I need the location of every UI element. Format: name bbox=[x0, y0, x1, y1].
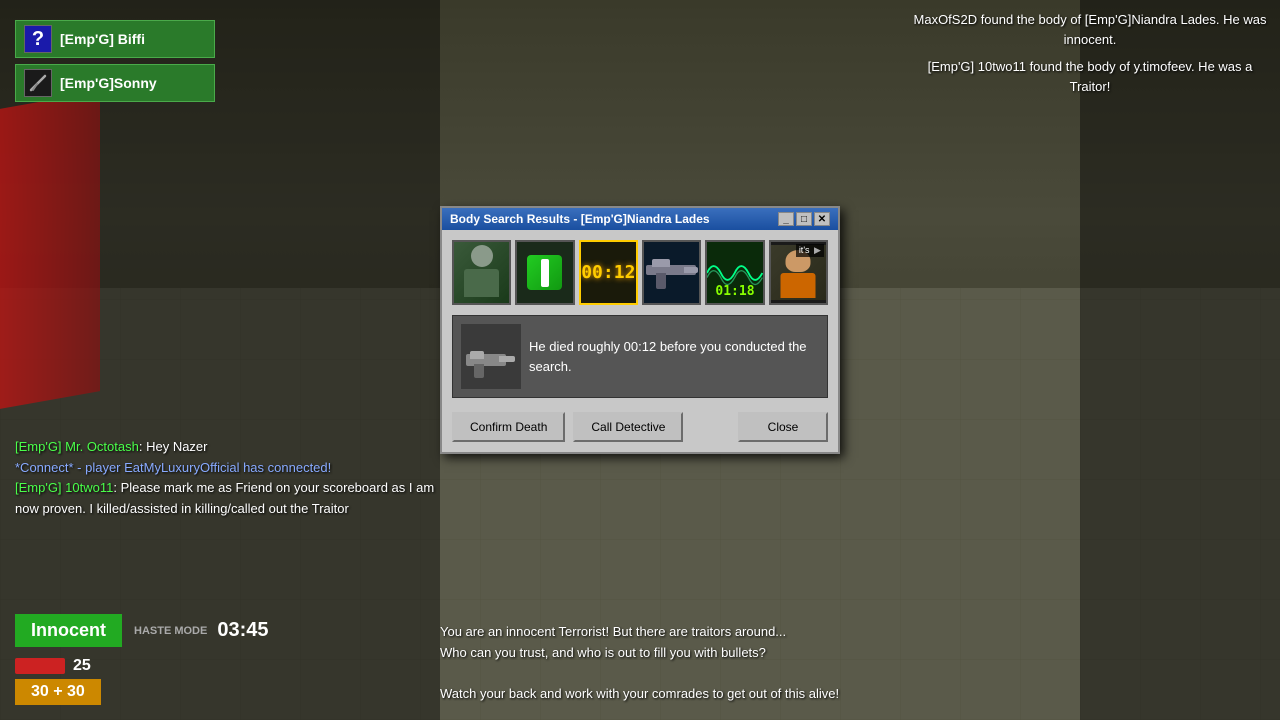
character-slot-label: it's ▶ bbox=[796, 244, 824, 257]
evidence-slot-character[interactable]: it's ▶ bbox=[769, 240, 828, 305]
minimize-button[interactable]: _ bbox=[778, 212, 794, 226]
modal-overlay: Body Search Results - [Emp'G]Niandra Lad… bbox=[0, 0, 1280, 720]
evidence-slot-timer[interactable]: 00:12 bbox=[579, 240, 638, 305]
button-row: Confirm Death Call Detective Close bbox=[452, 408, 828, 442]
info-text: He died roughly 00:12 before you conduct… bbox=[529, 324, 819, 389]
info-gun-icon bbox=[461, 324, 521, 389]
confirm-death-button[interactable]: Confirm Death bbox=[452, 412, 565, 442]
modal-body: 00:12 bbox=[442, 230, 838, 452]
evidence-slot-gun[interactable] bbox=[642, 240, 701, 305]
pill-inner bbox=[541, 259, 549, 287]
evidence-slot-wave[interactable]: 01:18 bbox=[705, 240, 764, 305]
maximize-button[interactable]: □ bbox=[796, 212, 812, 226]
avatar-image bbox=[454, 242, 509, 303]
wave-timer-value: 01:18 bbox=[707, 284, 762, 299]
evidence-slot-green[interactable] bbox=[515, 240, 574, 305]
body-search-dialog: Body Search Results - [Emp'G]Niandra Lad… bbox=[440, 206, 840, 454]
timer-display: 00:12 bbox=[581, 262, 635, 283]
modal-title: Body Search Results - [Emp'G]Niandra Lad… bbox=[450, 212, 778, 226]
green-pill-icon bbox=[527, 255, 562, 290]
modal-titlebar: Body Search Results - [Emp'G]Niandra Lad… bbox=[442, 208, 838, 230]
evidence-row: 00:12 bbox=[452, 240, 828, 305]
call-detective-button[interactable]: Call Detective bbox=[573, 412, 683, 442]
close-button[interactable]: Close bbox=[738, 412, 828, 442]
close-title-button[interactable]: ✕ bbox=[814, 212, 830, 226]
evidence-slot-avatar[interactable] bbox=[452, 240, 511, 305]
modal-controls: _ □ ✕ bbox=[778, 212, 830, 226]
info-panel: He died roughly 00:12 before you conduct… bbox=[452, 315, 828, 398]
